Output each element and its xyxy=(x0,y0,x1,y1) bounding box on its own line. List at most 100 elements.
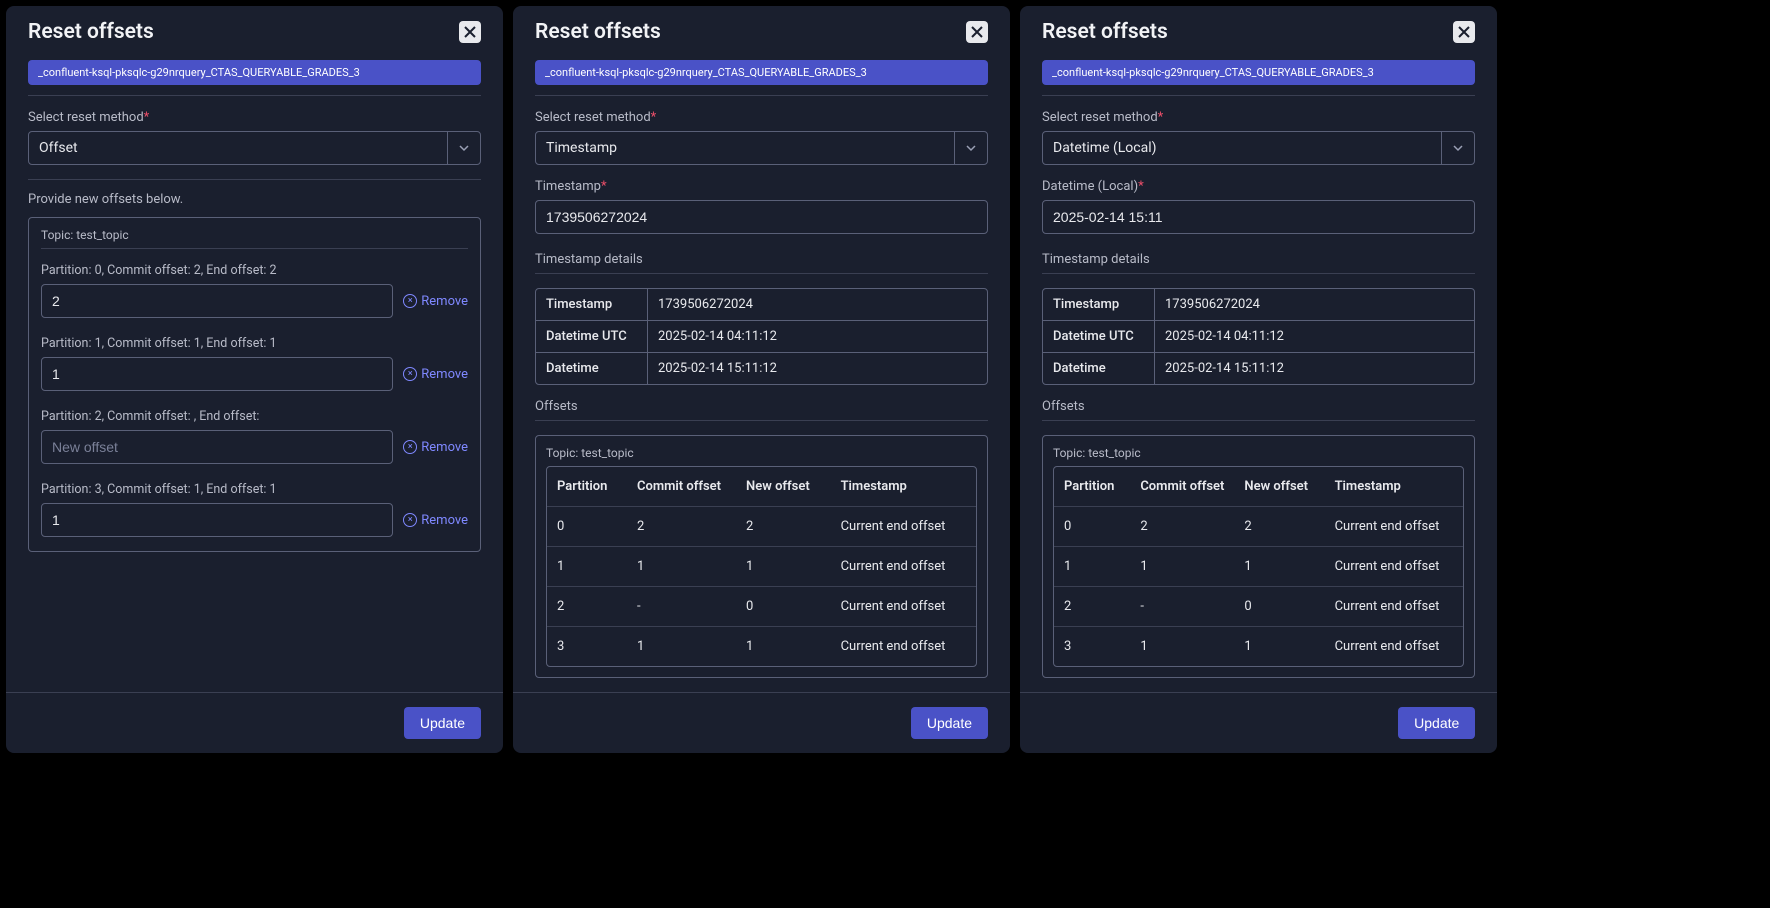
topic-label: Topic: test_topic xyxy=(41,228,468,242)
partition-row: Partition: 3, Commit offset: 1, End offs… xyxy=(41,482,468,537)
timestamp-details-table: Timestamp 1739506272024 Datetime UTC 202… xyxy=(1042,288,1475,385)
close-button[interactable] xyxy=(459,21,481,43)
update-button[interactable]: Update xyxy=(911,707,988,739)
close-button[interactable] xyxy=(966,21,988,43)
timestamp-details-label: Timestamp details xyxy=(535,252,988,267)
offset-input[interactable] xyxy=(41,430,393,464)
remove-icon: × xyxy=(403,294,417,308)
table-row: 022Current end offset xyxy=(1054,507,1463,547)
timestamp-details-label: Timestamp details xyxy=(1042,252,1475,267)
panel-header: Reset offsets xyxy=(6,6,503,54)
divider xyxy=(535,420,988,421)
partition-label: Partition: 2, Commit offset: , End offse… xyxy=(41,409,468,424)
chevron-down-icon xyxy=(954,132,977,164)
divider xyxy=(41,248,468,249)
close-icon xyxy=(1458,26,1470,38)
divider xyxy=(1042,420,1475,421)
reset-offsets-panel-datetime: Reset offsets _confluent-ksql-pksqlc-g29… xyxy=(1020,6,1497,753)
partition-row: Partition: 0, Commit offset: 2, End offs… xyxy=(41,263,468,318)
method-select[interactable]: Timestamp xyxy=(535,131,988,165)
panel-header: Reset offsets xyxy=(513,6,1010,54)
topic-label: Topic: test_topic xyxy=(546,446,977,460)
panel-title: Reset offsets xyxy=(535,20,661,44)
offset-input[interactable] xyxy=(41,357,393,391)
detail-key: Timestamp xyxy=(536,289,648,320)
topic-label: Topic: test_topic xyxy=(1053,446,1464,460)
remove-button[interactable]: × Remove xyxy=(403,440,468,455)
update-button[interactable]: Update xyxy=(1398,707,1475,739)
remove-button[interactable]: × Remove xyxy=(403,294,468,309)
detail-value: 1739506272024 xyxy=(1155,289,1474,320)
chevron-down-icon xyxy=(1441,132,1464,164)
method-value: Offset xyxy=(39,140,78,156)
method-label: Select reset method* xyxy=(535,110,988,125)
detail-row: Timestamp 1739506272024 xyxy=(536,289,987,321)
detail-value: 2025-02-14 04:11:12 xyxy=(648,321,987,352)
panel-title: Reset offsets xyxy=(28,20,154,44)
consumer-group-chip: _confluent-ksql-pksqlc-g29nrquery_CTAS_Q… xyxy=(535,60,988,85)
datetime-label: Datetime (Local)* xyxy=(1042,179,1475,194)
col-timestamp: Timestamp xyxy=(1325,467,1464,506)
chevron-down-icon xyxy=(447,132,470,164)
partition-label: Partition: 1, Commit offset: 1, End offs… xyxy=(41,336,468,351)
detail-key: Datetime UTC xyxy=(536,321,648,352)
remove-button[interactable]: × Remove xyxy=(403,367,468,382)
col-partition: Partition xyxy=(1054,467,1130,506)
offsets-table: Partition Commit offset New offset Times… xyxy=(546,466,977,667)
partition-label: Partition: 3, Commit offset: 1, End offs… xyxy=(41,482,468,497)
close-icon xyxy=(971,26,983,38)
detail-row: Timestamp 1739506272024 xyxy=(1043,289,1474,321)
close-icon xyxy=(464,26,476,38)
remove-icon: × xyxy=(403,440,417,454)
col-partition: Partition xyxy=(547,467,627,506)
offset-input[interactable] xyxy=(41,284,393,318)
col-commit-offset: Commit offset xyxy=(1130,467,1234,506)
method-value: Timestamp xyxy=(546,140,617,156)
offsets-table: Partition Commit offset New offset Times… xyxy=(1053,466,1464,667)
table-row: 2-0Current end offset xyxy=(547,587,976,627)
partitions-box: Topic: test_topic Partition: 0, Commit o… xyxy=(28,217,481,552)
table-row: 111Current end offset xyxy=(1054,547,1463,587)
timestamp-details-table: Timestamp 1739506272024 Datetime UTC 202… xyxy=(535,288,988,385)
datetime-input[interactable] xyxy=(1042,200,1475,234)
timestamp-label: Timestamp* xyxy=(535,179,988,194)
partition-row: Partition: 1, Commit offset: 1, End offs… xyxy=(41,336,468,391)
col-new-offset: New offset xyxy=(1234,467,1324,506)
panel-content: Select reset method* Offset Provide new … xyxy=(6,96,503,692)
table-header: Partition Commit offset New offset Times… xyxy=(1054,467,1463,507)
remove-button[interactable]: × Remove xyxy=(403,513,468,528)
offset-input[interactable] xyxy=(41,503,393,537)
panel-title: Reset offsets xyxy=(1042,20,1168,44)
method-select[interactable]: Offset xyxy=(28,131,481,165)
divider xyxy=(535,273,988,274)
detail-value: 1739506272024 xyxy=(648,289,987,320)
detail-value: 2025-02-14 04:11:12 xyxy=(1155,321,1474,352)
consumer-group-chip: _confluent-ksql-pksqlc-g29nrquery_CTAS_Q… xyxy=(28,60,481,85)
method-label: Select reset method* xyxy=(1042,110,1475,125)
remove-icon: × xyxy=(403,367,417,381)
detail-row: Datetime UTC 2025-02-14 04:11:12 xyxy=(536,321,987,353)
detail-key: Datetime UTC xyxy=(1043,321,1155,352)
offsets-box: Topic: test_topic Partition Commit offse… xyxy=(1042,435,1475,678)
divider xyxy=(1042,273,1475,274)
method-select[interactable]: Datetime (Local) xyxy=(1042,131,1475,165)
method-value: Datetime (Local) xyxy=(1053,140,1157,156)
offsets-box: Topic: test_topic Partition Commit offse… xyxy=(535,435,988,678)
detail-key: Timestamp xyxy=(1043,289,1155,320)
col-commit-offset: Commit offset xyxy=(627,467,736,506)
detail-key: Datetime xyxy=(536,353,648,384)
table-row: 311Current end offset xyxy=(547,627,976,666)
remove-icon: × xyxy=(403,513,417,527)
table-header: Partition Commit offset New offset Times… xyxy=(547,467,976,507)
detail-value: 2025-02-14 15:11:12 xyxy=(1155,353,1474,384)
method-label: Select reset method* xyxy=(28,110,481,125)
timestamp-input[interactable] xyxy=(535,200,988,234)
col-timestamp: Timestamp xyxy=(831,467,976,506)
panel-content: Select reset method* Timestamp Timestamp… xyxy=(513,96,1010,692)
panel-footer: Update xyxy=(1020,692,1497,753)
detail-row: Datetime UTC 2025-02-14 04:11:12 xyxy=(1043,321,1474,353)
close-button[interactable] xyxy=(1453,21,1475,43)
update-button[interactable]: Update xyxy=(404,707,481,739)
panel-footer: Update xyxy=(6,692,503,753)
partition-row: Partition: 2, Commit offset: , End offse… xyxy=(41,409,468,464)
